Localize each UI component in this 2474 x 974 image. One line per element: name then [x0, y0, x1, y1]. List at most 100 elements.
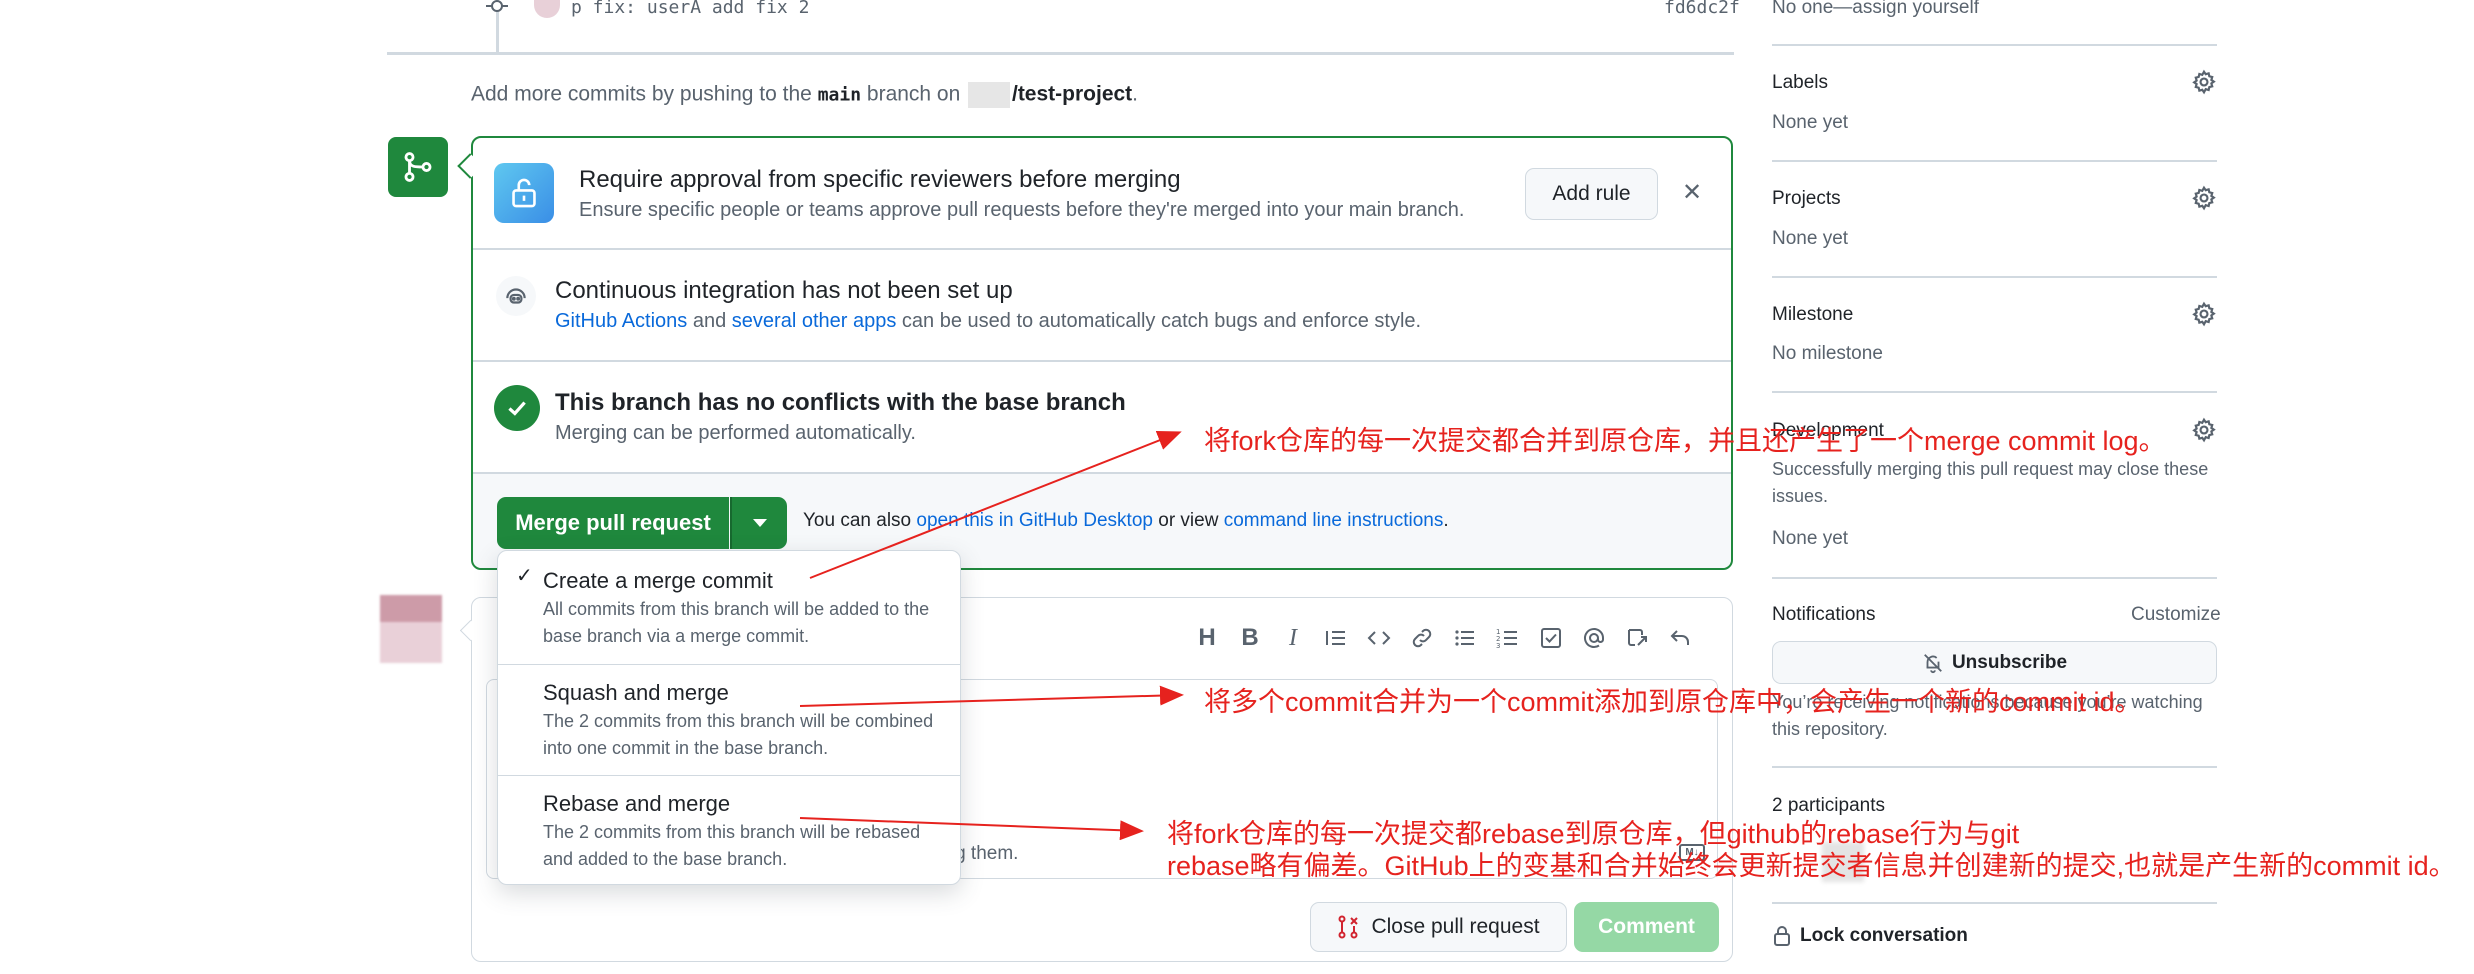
annotation-squash: 将多个commit合并为一个commit添加到原仓库中，会产生一个新的commi… — [1204, 687, 2142, 717]
close-pull-request-button[interactable]: Close pull request — [1310, 902, 1567, 952]
code-icon[interactable] — [1367, 626, 1391, 650]
open-desktop-link[interactable]: open this in GitHub Desktop — [916, 510, 1153, 531]
unordered-list-icon[interactable] — [1453, 626, 1477, 650]
command-line-link[interactable]: command line instructions — [1224, 510, 1444, 531]
option-title: Squash and merge — [543, 680, 729, 705]
option-desc-line1: The 2 commits from this branch will be r… — [543, 822, 921, 842]
last-commit-sha[interactable]: fd6dc2f — [1664, 0, 1740, 18]
merge-method-dropdown-button[interactable] — [730, 497, 787, 549]
option-desc-line2: and added to the base branch. — [543, 849, 788, 869]
development-desc-line1: Successfully merging this pull request m… — [1772, 459, 2209, 479]
assignees-value[interactable]: No one—assign yourself — [1772, 0, 1979, 19]
development-desc-line2: issues. — [1772, 486, 1829, 506]
comment-button[interactable]: Comment — [1574, 902, 1719, 952]
require-approval-title: Require approval from specific reviewers… — [579, 166, 1181, 193]
section-divider — [473, 360, 1731, 362]
option-title: Rebase and merge — [543, 791, 731, 816]
require-approval-description: Ensure specific people or teams approve … — [579, 199, 1465, 221]
notifications-customize-link[interactable]: Customize — [2131, 604, 2221, 626]
timeline-divider — [387, 52, 1734, 55]
task-list-icon[interactable] — [1539, 626, 1563, 650]
sidebar-divider — [1772, 766, 2217, 768]
git-pr-closed-icon — [1337, 915, 1359, 939]
git-merge-icon — [388, 137, 448, 197]
lock-conversation-button[interactable]: Lock conversation — [1772, 925, 1968, 947]
ci-description: GitHub Actions and several other apps ca… — [555, 310, 1421, 333]
also-prefix: You can also — [803, 510, 912, 531]
push-hint-repo[interactable]: /test-project — [1012, 83, 1132, 106]
last-commit-message[interactable]: p fix: userA add fix 2 — [571, 0, 809, 18]
commenter-avatar-blurred — [380, 595, 442, 663]
lock-conversation-label: Lock conversation — [1800, 925, 1968, 946]
development-gear-icon[interactable] — [2191, 417, 2217, 448]
option-title: Create a merge commit — [543, 568, 773, 593]
menu-item-squash-and-merge[interactable]: Squash and merge The 2 commits from this… — [498, 665, 960, 775]
also-suffix: . — [1443, 510, 1449, 531]
option-desc-line1: The 2 commits from this branch will be c… — [543, 711, 934, 731]
mention-icon[interactable] — [1582, 626, 1606, 650]
unsubscribe-button[interactable]: Unsubscribe — [1772, 641, 2217, 684]
annotation-rebase-line2: rebase略有偏差。GitHub上的变基和合并始终会更新提交者信息并创建新的提… — [1167, 851, 2456, 881]
close-icon[interactable]: ✕ — [1682, 178, 1702, 207]
italic-icon[interactable]: I — [1281, 625, 1305, 652]
option-desc-line2: base branch via a merge commit. — [543, 626, 810, 646]
cross-reference-icon[interactable] — [1625, 626, 1649, 650]
or-view: or view — [1158, 510, 1219, 531]
development-value: None yet — [1772, 528, 1849, 549]
unlock-icon — [494, 163, 554, 223]
labels-value: None yet — [1772, 112, 1849, 133]
notifications-title: Notifications — [1772, 604, 1876, 625]
ordered-list-icon[interactable]: 123 — [1496, 626, 1520, 650]
milestone-value: No milestone — [1772, 343, 1883, 364]
add-rule-button[interactable]: Add rule — [1525, 168, 1658, 220]
projects-gear-icon[interactable] — [2191, 185, 2217, 216]
ci-title: Continuous integration has not been set … — [555, 277, 1013, 304]
link-icon[interactable] — [1410, 626, 1434, 650]
sidebar-divider — [1772, 160, 2217, 162]
merge-alternatives: You can also open this in GitHub Desktop… — [803, 510, 1449, 532]
push-hint-branch: main — [817, 84, 862, 106]
sidebar-divider — [1772, 902, 2217, 904]
push-hint-middle: branch on — [866, 82, 961, 106]
sidebar-divider — [1772, 391, 2217, 393]
merge-pull-request-button[interactable]: Merge pull request — [497, 497, 729, 549]
option-desc-line1: All commits from this branch will be add… — [543, 599, 930, 619]
labels-gear-icon[interactable] — [2191, 69, 2217, 100]
ci-icon — [496, 276, 536, 316]
section-divider — [473, 248, 1731, 250]
commit-icon — [486, 0, 508, 14]
annotation-merge-commit: 将fork仓库的每一次提交都合并到原仓库，并且还产生了一个merge commi… — [1204, 426, 2166, 456]
ci-and: and — [692, 310, 727, 332]
bell-slash-icon — [1922, 652, 1944, 674]
github-actions-link[interactable]: GitHub Actions — [555, 310, 687, 332]
svg-text:3: 3 — [1496, 642, 1500, 650]
bold-icon[interactable]: B — [1238, 624, 1262, 652]
menu-item-rebase-and-merge[interactable]: Rebase and merge The 2 commits from this… — [498, 776, 960, 884]
check-circle-icon — [494, 385, 540, 431]
labels-title: Labels — [1772, 72, 1828, 93]
push-hint-prefix: Add more commits by pushing to the — [471, 82, 812, 106]
close-pull-request-label: Close pull request — [1371, 915, 1540, 938]
unsubscribe-label: Unsubscribe — [1951, 651, 2068, 673]
ci-rest: can be used to automatically catch bugs … — [901, 310, 1422, 332]
other-apps-link[interactable]: several other apps — [732, 310, 897, 332]
option-desc-line2: into one commit in the base branch. — [543, 738, 829, 758]
push-hint-suffix: . — [1132, 82, 1139, 106]
projects-value: None yet — [1772, 228, 1849, 249]
notifications-desc-line2: this repository. — [1772, 719, 1888, 739]
menu-item-create-merge-commit[interactable]: ✓ Create a merge commit All commits from… — [498, 552, 960, 662]
heading-icon[interactable]: H — [1195, 624, 1219, 652]
commit-author-avatar — [534, 0, 560, 18]
push-hint: Add more commits by pushing to the main … — [471, 82, 1138, 108]
reply-icon[interactable] — [1668, 626, 1692, 650]
comment-toolbar: H B I 123 — [1195, 622, 1692, 654]
milestone-title: Milestone — [1772, 304, 1854, 325]
quote-icon[interactable] — [1324, 626, 1348, 650]
sidebar-divider — [1772, 44, 2217, 46]
lock-icon — [1772, 925, 1792, 947]
triangle-down-icon — [752, 519, 767, 527]
milestone-gear-icon[interactable] — [2191, 301, 2217, 332]
sidebar-divider — [1772, 276, 2217, 278]
sidebar-divider — [1772, 577, 2217, 579]
projects-title: Projects — [1772, 188, 1841, 209]
